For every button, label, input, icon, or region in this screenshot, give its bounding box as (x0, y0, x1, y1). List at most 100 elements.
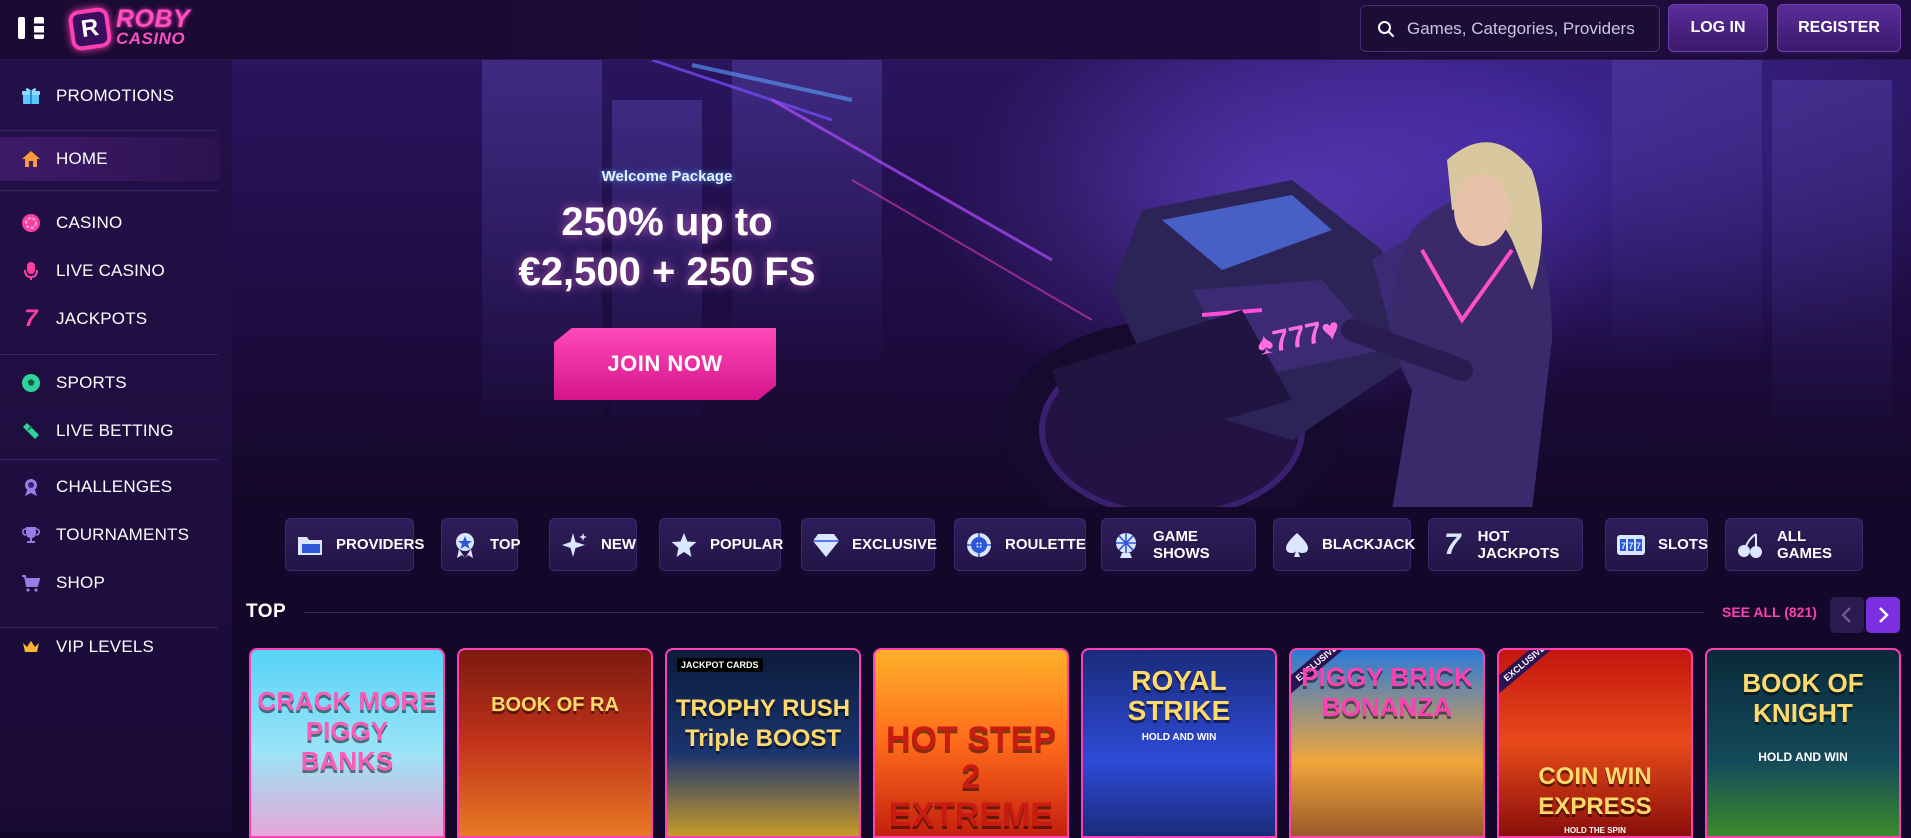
category-label: BLACKJACK (1322, 536, 1416, 553)
game-title: BOOK OF KNIGHT (1742, 668, 1864, 728)
slot-machine-icon: 7 7 7 (1616, 530, 1646, 560)
category-new[interactable]: NEW (549, 518, 637, 571)
star-icon (670, 530, 698, 560)
category-label: PROVIDERS (336, 536, 425, 553)
seven-icon: 7 (24, 305, 38, 332)
category-game-shows[interactable]: GAME SHOWS (1101, 518, 1256, 571)
sidebar-item-vip-levels[interactable]: VIP LEVELS (0, 625, 220, 669)
game-subtitle: HOLD AND WIN (1758, 750, 1848, 764)
category-blackjack[interactable]: BLACKJACK (1273, 518, 1415, 571)
category-label: GAME SHOWS (1152, 527, 1210, 562)
sidebar-item-promotions[interactable]: PROMOTIONS (0, 74, 220, 118)
game-tile[interactable]: CRACK MORE PIGGY BANKS (249, 648, 445, 838)
divider (0, 459, 218, 460)
category-label: ALL GAMES (1776, 527, 1832, 562)
hero-banner[interactable]: ♠777♥ Welcome Package 250% up to €2,500 … (232, 60, 1911, 507)
category-exclusive[interactable]: EXCLUSIVE (801, 518, 938, 571)
gift-icon (20, 85, 42, 107)
prev-arrow-button[interactable] (1830, 597, 1864, 633)
game-tile[interactable]: HOT STEP 2 EXTREME (873, 648, 1069, 838)
sidebar-item-tournaments[interactable]: TOURNAMENTS (0, 513, 220, 557)
cherries-icon (1736, 530, 1765, 560)
search-icon (1378, 20, 1394, 37)
soccer-ball-icon (20, 372, 42, 394)
sidebar-item-sports[interactable]: SPORTS (0, 361, 220, 405)
medal-icon (20, 476, 42, 498)
category-label: NEW (601, 536, 636, 553)
game-tile[interactable]: EXCLUSIVE COIN WIN EXPRESS HOLD THE SPIN (1497, 648, 1693, 838)
sidebar-item-label: TOURNAMENTS (56, 525, 190, 544)
roulette-icon (965, 530, 993, 560)
category-label: TOP (490, 536, 521, 553)
category-bar: PROVIDERS TOP NEW POPULAR EXCLUSIVE ROUL… (232, 518, 1911, 574)
sidebar-toggle-icon[interactable] (18, 17, 44, 39)
hero-welcome: Welcome Package (601, 168, 733, 185)
sidebar-item-label: PROMOTIONS (56, 86, 175, 105)
category-label: HOT JACKPOTS (1477, 527, 1560, 562)
category-all-games[interactable]: ALL GAMES (1725, 518, 1863, 571)
category-providers[interactable]: PROVIDERS (285, 518, 424, 571)
search-box[interactable] (1360, 5, 1660, 52)
sidebar-item-label: JACKPOTS (56, 309, 148, 328)
sidebar: PROMOTIONS HOME CASINO LIVE CASINO 7 JAC… (0, 60, 232, 831)
category-label: POPULAR (710, 536, 784, 553)
top-bar: R ROBY CASINO LOG IN REGISTER (0, 0, 1911, 60)
category-slots[interactable]: 7 7 7 SLOTS (1605, 518, 1708, 571)
see-all-link[interactable]: SEE ALL (821) (1722, 604, 1817, 620)
category-label: SLOTS (1658, 536, 1709, 553)
game-title: COIN WIN EXPRESS (1538, 763, 1652, 820)
trophy-icon (20, 524, 42, 546)
sidebar-item-label: LIVE CASINO (56, 261, 165, 280)
hero-headline-line1: 250% up to (561, 200, 773, 244)
hero-headline-line2: €2,500 + 250 FS (518, 250, 816, 294)
svg-text:7 7 7: 7 7 7 (1621, 541, 1641, 551)
sidebar-item-challenges[interactable]: CHALLENGES (0, 465, 220, 509)
crown-icon (20, 636, 42, 658)
chevron-left-icon (1841, 607, 1851, 623)
sidebar-item-shop[interactable]: SHOP (0, 561, 220, 605)
category-roulette[interactable]: ROULETTE (954, 518, 1086, 571)
sidebar-item-jackpots[interactable]: 7 JACKPOTS (0, 297, 220, 341)
diamond-icon (812, 530, 840, 560)
logo-text-casino: CASINO (116, 29, 186, 48)
divider (0, 190, 218, 191)
next-arrow-button[interactable] (1866, 597, 1900, 633)
game-tile[interactable]: JACKPOT CARDS TROPHY RUSH Triple BOOST (665, 648, 861, 838)
game-tile[interactable]: BOOK OF KNIGHT HOLD AND WIN (1705, 648, 1901, 838)
sidebar-item-casino[interactable]: CASINO (0, 201, 220, 245)
logo[interactable]: R ROBY CASINO (67, 5, 191, 52)
game-tile[interactable]: EXCLUSIVE PIGGY BRICK BONANZA (1289, 648, 1485, 838)
home-icon (20, 148, 42, 170)
game-title: PIGGY BRICK BONANZA (1301, 662, 1473, 722)
sidebar-item-live-casino[interactable]: LIVE CASINO (0, 249, 220, 293)
game-title: ROYAL STRIKE (1127, 665, 1231, 726)
sidebar-item-label: CHALLENGES (56, 477, 173, 496)
sidebar-item-live-betting[interactable]: LIVE BETTING (0, 409, 220, 453)
category-hot-jackpots[interactable]: 7 HOT JACKPOTS (1428, 518, 1583, 571)
category-top[interactable]: TOP (441, 518, 521, 571)
login-button[interactable]: LOG IN (1668, 4, 1768, 52)
category-label: EXCLUSIVE (852, 536, 938, 553)
microphone-icon (20, 260, 42, 282)
divider (0, 354, 218, 355)
search-input[interactable] (1407, 18, 1647, 39)
divider (304, 612, 1704, 613)
game-tile[interactable]: ROYAL STRIKE HOLD AND WIN (1081, 648, 1277, 838)
sidebar-item-label: LIVE BETTING (56, 421, 174, 440)
game-tile[interactable]: BOOK OF RA (457, 648, 653, 838)
sidebar-item-label: CASINO (56, 213, 123, 232)
logo-mark: R (67, 6, 113, 52)
sidebar-item-home[interactable]: HOME (0, 137, 220, 181)
register-button[interactable]: REGISTER (1777, 4, 1901, 52)
seven-icon: 7 (1443, 527, 1461, 561)
category-label: ROULETTE (1005, 536, 1086, 553)
logo-text-roby: ROBY (116, 5, 191, 33)
wheel-icon (1112, 530, 1141, 560)
section-title: TOP (246, 601, 287, 622)
ticket-icon (20, 420, 42, 442)
hero-headline: 250% up to €2,500 + 250 FS (432, 197, 902, 297)
category-popular[interactable]: POPULAR (659, 518, 784, 571)
exclusive-badge: EXCLUSIVE (1499, 650, 1561, 696)
join-now-button[interactable]: JOIN NOW (554, 328, 776, 400)
game-title: CRACK MORE PIGGY BANKS (257, 686, 437, 776)
